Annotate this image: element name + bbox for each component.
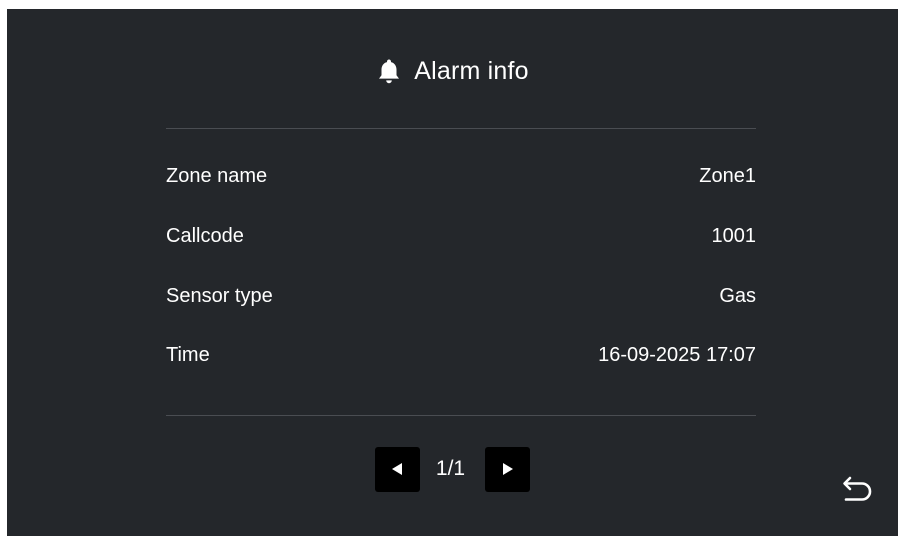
triangle-left-icon [392, 463, 403, 475]
detail-row-callcode: Callcode 1001 [166, 221, 756, 251]
detail-value: Zone1 [699, 164, 756, 187]
detail-row-time: Time 16-09-2025 17:07 [166, 340, 756, 370]
detail-row-zone-name: Zone name Zone1 [166, 161, 756, 191]
top-divider [166, 128, 756, 129]
detail-value: Gas [719, 284, 756, 307]
bell-icon [376, 57, 402, 85]
page-title: Alarm info [414, 56, 529, 85]
detail-label: Time [166, 343, 210, 366]
triangle-right-icon [502, 463, 513, 475]
alarm-info-screen: Alarm info Zone name Zone1 Callcode 1001… [7, 9, 898, 536]
pagination: 1/1 [7, 446, 898, 492]
detail-label: Zone name [166, 164, 268, 187]
back-button[interactable] [838, 469, 878, 509]
back-arrow-icon [843, 476, 872, 501]
detail-label: Callcode [166, 224, 244, 247]
header: Alarm info [7, 51, 898, 91]
previous-page-button[interactable] [374, 446, 420, 492]
detail-value: 16-09-2025 17:07 [598, 343, 756, 366]
detail-value: 1001 [711, 224, 757, 247]
next-page-button[interactable] [485, 446, 531, 492]
bottom-divider [166, 415, 756, 416]
detail-row-sensor-type: Sensor type Gas [166, 281, 756, 311]
page-indicator: 1/1 [435, 457, 466, 480]
detail-label: Sensor type [166, 284, 273, 307]
